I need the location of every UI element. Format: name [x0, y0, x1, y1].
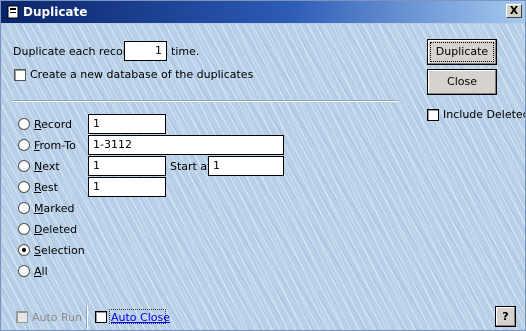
radio-selection[interactable] [18, 244, 30, 256]
rest-label: Rest [34, 181, 58, 194]
auto-close-checkbox[interactable] [95, 311, 107, 323]
create-database-checkbox[interactable] [14, 69, 26, 81]
from-to-label: From-To [34, 139, 76, 152]
radio-deleted[interactable] [18, 223, 30, 235]
record-input[interactable]: 1 [88, 114, 166, 134]
radio-next[interactable] [18, 160, 30, 172]
include-deleted-label: Include Deleted [443, 108, 526, 121]
dialog-body: Duplicate each record 1 time. Create a n… [2, 24, 525, 330]
close-icon[interactable]: X [506, 4, 522, 18]
start-at-input[interactable]: 1 [208, 156, 284, 176]
window-title: Duplicate [23, 5, 88, 19]
close-button[interactable]: Close [427, 69, 497, 95]
auto-run-checkbox[interactable] [16, 311, 28, 323]
duplicate-dialog: Duplicate X Duplicate each record 1 time… [0, 0, 526, 331]
auto-close-link[interactable]: Auto Close [111, 311, 170, 324]
radio-rest[interactable] [18, 181, 30, 193]
duplicate-count-input[interactable]: 1 [124, 41, 167, 61]
radio-all[interactable] [18, 265, 30, 277]
include-deleted-checkbox[interactable] [427, 109, 439, 121]
marked-label: Marked [34, 202, 75, 215]
record-label: Record [34, 118, 73, 131]
app-icon [7, 5, 19, 19]
next-input[interactable]: 1 [88, 156, 166, 176]
radio-marked[interactable] [18, 202, 30, 214]
deleted-label: Deleted [34, 223, 78, 236]
duplicate-count-prefix: Duplicate each record [13, 45, 135, 58]
create-database-label: Create a new database of the duplicates [30, 68, 254, 81]
radio-from-to[interactable] [18, 139, 30, 151]
auto-run-label: Auto Run [32, 311, 83, 324]
separator [13, 100, 399, 102]
next-label: Next [34, 160, 60, 173]
radio-record[interactable] [18, 118, 30, 130]
duplicate-button[interactable]: Duplicate [427, 39, 497, 65]
all-label: All [34, 265, 48, 278]
rest-input[interactable]: 1 [88, 177, 166, 197]
help-icon[interactable]: ? [495, 306, 516, 327]
from-to-input[interactable]: 1-3112 [88, 135, 284, 155]
title-bar: Duplicate X [1, 1, 525, 23]
footer-divider [86, 305, 88, 329]
duplicate-count-suffix: time. [171, 45, 200, 58]
selection-label: Selection [34, 244, 85, 257]
